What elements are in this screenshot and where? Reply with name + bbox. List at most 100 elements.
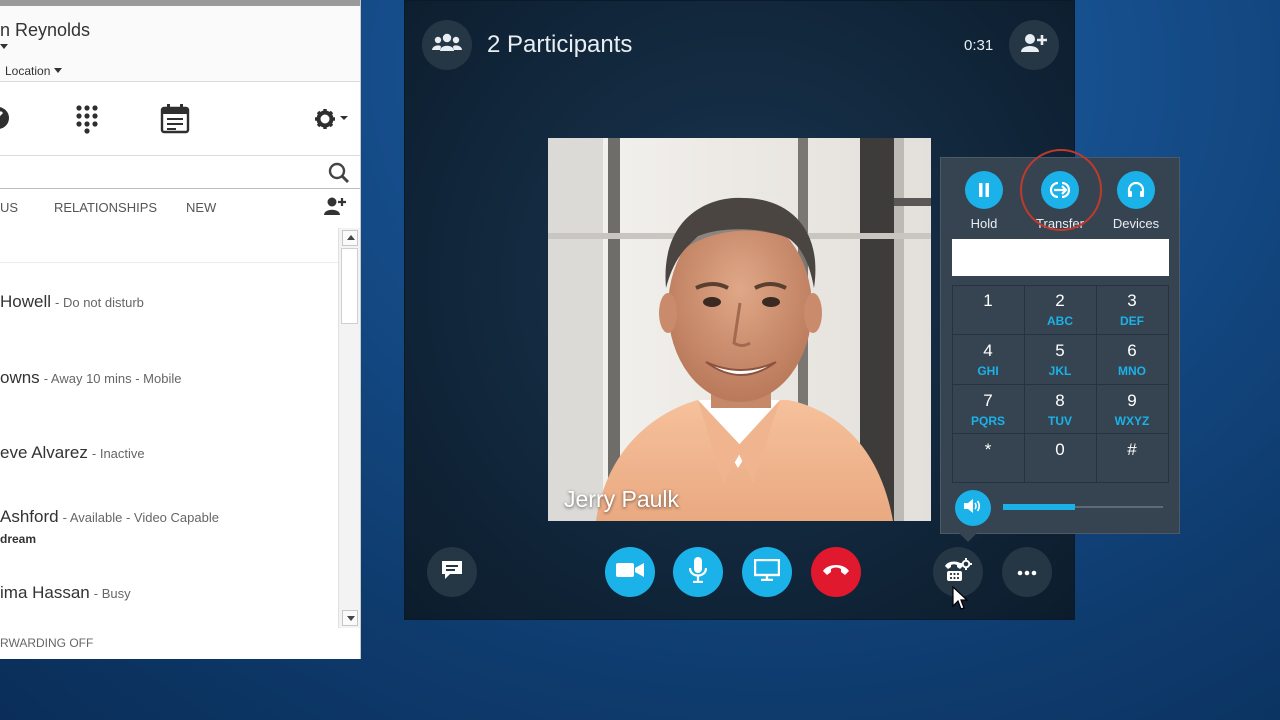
participants-icon [432,33,462,58]
participants-title: 2 Participants [487,31,633,58]
list-item[interactable]: Howell - Do not disturb [0,292,144,312]
chat-button[interactable] [427,547,477,597]
call-controls-icon [944,557,972,587]
dialpad-key-4[interactable]: 4 GHI [952,335,1024,384]
caller-name: Jerry Paulk [564,486,680,512]
devices-button[interactable]: Devices [1101,171,1171,231]
key-digit: 4 [983,341,993,360]
list-item[interactable]: eve Alvarez - Inactive [0,443,145,463]
video-button[interactable] [605,547,655,597]
dial-number-input[interactable] [952,239,1169,276]
hang-up-button[interactable] [811,547,861,597]
list-item[interactable]: Ashford - Available - Video Capable dream [0,507,219,546]
key-digit: 1 [983,291,993,310]
dialpad-key-star[interactable]: * [952,434,1024,483]
status-dropdown-caret[interactable] [0,44,8,49]
dialpad-keypad: 1 2 ABC 3 DEF 4 GHI 5 JKL 6 MNO 7 PQRS 8 TUV 9 W… [952,285,1169,483]
contact-list-scrollbar[interactable] [338,228,360,628]
video-icon [616,561,644,584]
dialpad-key-0[interactable]: 0 [1024,434,1096,483]
scroll-down-button[interactable] [342,610,358,626]
volume-button[interactable] [955,490,991,526]
dialpad-key-3[interactable]: 3 DEF [1096,285,1168,334]
participants-button[interactable] [422,20,472,70]
contact-name: Howell [0,292,52,311]
scroll-thumb[interactable] [341,248,358,324]
add-participant-button[interactable] [1009,20,1059,70]
contact-note: dream [0,532,37,546]
list-item[interactable]: ima Hassan - Busy [0,583,131,603]
dialpad-key-1[interactable]: 1 [952,285,1024,334]
tab-status[interactable]: US [0,200,18,215]
contact-list: Howell - Do not disturb owns - Away 10 min… [0,228,338,658]
caller-video-feed: Jerry Paulk [548,138,931,521]
chevron-down-icon [347,616,355,621]
volume-slider[interactable] [1003,504,1163,510]
search-bar[interactable] [0,157,360,189]
key-digit: 3 [1127,291,1137,310]
call-forwarding-status[interactable]: RWARDING OFF [0,636,93,650]
key-digit: 5 [1055,341,1065,360]
key-letters: DEF [1120,314,1144,328]
tab-new[interactable]: NEW [186,200,216,215]
user-header: n Reynolds Location [0,6,360,82]
add-contact-icon[interactable] [324,196,346,219]
list-item[interactable]: owns - Away 10 mins - Mobile [0,368,181,388]
more-options-icon [1017,563,1037,581]
dialpad-key-8[interactable]: 8 TUV [1024,385,1096,434]
flyout-pointer [959,533,977,542]
contact-status: - Available - Video Capable [62,510,219,525]
key-digit: 7 [983,391,993,410]
key-digit: * [984,440,992,459]
dialpad-key-9[interactable]: 9 WXYZ [1096,385,1168,434]
dialpad-key-6[interactable]: 6 MNO [1096,335,1168,384]
key-digit: 2 [1055,291,1065,310]
contact-status: - Away 10 mins - Mobile [43,371,182,386]
microphone-button[interactable] [673,547,723,597]
chevron-down-icon [54,68,63,73]
key-letters: ABC [1047,314,1073,328]
microphone-icon [688,556,708,588]
location-label: Location [5,64,51,78]
contacts-window: n Reynolds Location US RELATIONSHIPS NEW… [0,0,361,659]
mouse-cursor-icon [952,586,968,610]
dialpad-key-7[interactable]: 7 PQRS [952,385,1024,434]
location-dropdown[interactable]: Location [5,64,63,78]
key-letters: JKL [1048,364,1072,378]
speaker-icon [964,498,982,518]
key-digit: 6 [1127,341,1137,360]
scroll-up-button[interactable] [342,230,358,246]
present-screen-button[interactable] [742,547,792,597]
more-options-button[interactable] [1002,547,1052,597]
search-icon[interactable] [328,162,350,189]
contact-name: Ashford [0,507,59,526]
chat-icon [440,559,464,586]
pause-icon [965,171,1003,209]
key-digit: 9 [1127,391,1137,410]
hold-label: Hold [970,216,998,231]
contact-status: - Do not disturb [55,295,144,310]
dialpad-key-5[interactable]: 5 JKL [1024,335,1096,384]
add-person-icon [1021,33,1047,58]
contacts-tab-icon[interactable] [0,104,12,137]
key-letters: WXYZ [1114,414,1150,428]
contact-tabs: US RELATIONSHIPS NEW [0,190,360,226]
call-timer: 0:31 [964,37,994,54]
tab-relationships[interactable]: RELATIONSHIPS [54,200,157,215]
dialpad-key-hash[interactable]: # [1096,434,1168,483]
hang-up-icon [822,563,850,581]
user-name[interactable]: n Reynolds [0,20,90,41]
gear-icon[interactable] [314,108,350,135]
headset-icon [1117,171,1155,209]
dialpad-key-2[interactable]: 2 ABC [1024,285,1096,334]
key-digit: # [1127,440,1137,459]
volume-slider-fill[interactable] [1003,504,1075,510]
hold-button[interactable]: Hold [949,171,1019,231]
caller-video-image [548,138,931,521]
dialpad-icon[interactable] [75,104,99,139]
contact-name: owns [0,368,40,387]
key-letters: GHI [977,364,999,378]
meetings-icon[interactable] [160,104,192,139]
key-letters: PQRS [970,414,1005,428]
list-divider [0,262,338,263]
